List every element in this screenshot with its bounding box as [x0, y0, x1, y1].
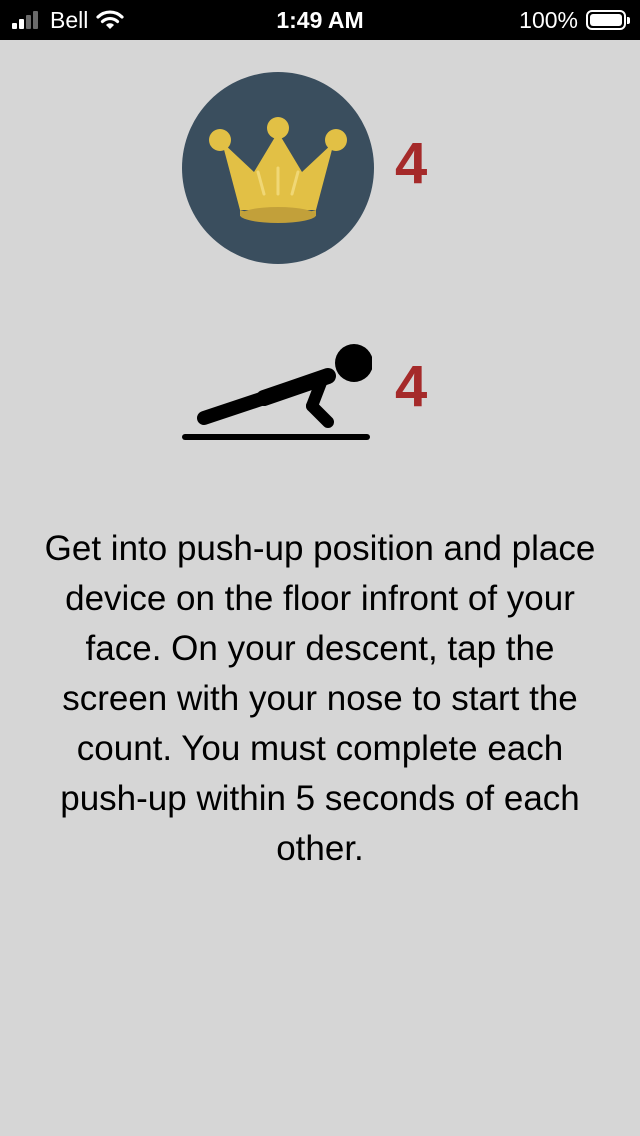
pushup-count: 4 [395, 354, 428, 419]
crown-count: 4 [395, 131, 428, 196]
status-bar: Bell 1:49 AM 100% [0, 0, 640, 40]
crown-icon [182, 72, 374, 264]
battery-icon [586, 10, 630, 30]
battery-percent: 100% [519, 6, 578, 33]
instructions-text: Get into push-up position and place devi… [44, 529, 596, 868]
status-right: 100% [519, 0, 630, 40]
pushup-icon [182, 342, 373, 442]
